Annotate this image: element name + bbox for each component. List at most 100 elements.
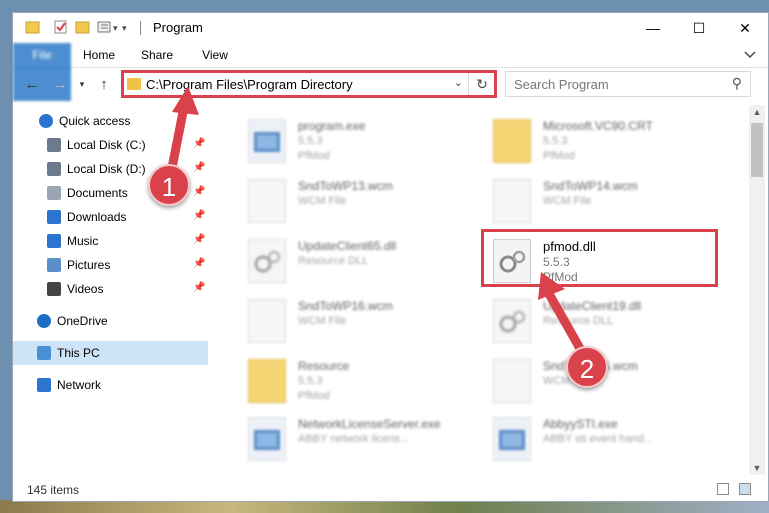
tab-share[interactable]: Share [135, 43, 179, 67]
folder-icon [493, 119, 531, 163]
title-bar: ▾ ▾ Program — ☐ ✕ [13, 13, 768, 43]
file-item[interactable]: Microsoft.VC90.CRT 5.5.3 PfMod [473, 113, 713, 171]
navigation-pane: Quick access Local Disk (C:) 📌 Local Disk (… [13, 105, 208, 475]
file-item[interactable]: UpdateClient19.dll Resource DLL [473, 293, 713, 351]
callout-badge-two: 2 [566, 346, 608, 388]
sidebar-item-local-disk-c[interactable]: Local Disk (C:) 📌 [13, 133, 208, 157]
file-item[interactable]: SndToWP14.wcm WCM File [473, 173, 713, 231]
file-item[interactable]: SndToWP16.wcm WCM File [228, 293, 468, 351]
file-name: UpdateClient65.dll [298, 239, 397, 253]
file-item[interactable]: Resource 5.5.3 PfMod [228, 353, 468, 411]
scroll-down-icon[interactable]: ▼ [749, 463, 765, 473]
sidebar-item-label: OneDrive [57, 314, 108, 328]
vertical-scrollbar[interactable]: ▲ ▼ [749, 105, 765, 475]
properties-icon[interactable] [53, 19, 69, 37]
sidebar-item-label: Videos [67, 282, 104, 296]
pictures-icon [47, 258, 61, 272]
sidebar-item-videos[interactable]: Videos 📌 [13, 277, 208, 301]
pin-icon[interactable]: 📌 [193, 282, 205, 293]
file-item[interactable]: program.exe 5.5.3 PfMod [228, 113, 468, 171]
sidebar-item-label: This PC [57, 346, 100, 360]
up-arrow-icon[interactable]: ↑ [95, 76, 113, 93]
file-icon [248, 179, 286, 223]
file-item[interactable]: AbbyySTI.exe ABBY sti event hand... [473, 411, 713, 469]
file-name: SndToWP13.wcm [298, 179, 393, 193]
ribbon-tabs: File Home Share View [13, 43, 768, 101]
sidebar-item-this-pc[interactable]: This PC [13, 341, 208, 365]
file-list: program.exe 5.5.3 PfMod Microsoft.VC90.CRT 5… [218, 105, 745, 475]
svg-text:▾: ▾ [122, 23, 127, 33]
sidebar-item-label: Music [67, 234, 99, 248]
close-icon: ✕ [739, 19, 751, 36]
tab-home[interactable]: Home [79, 43, 119, 67]
pin-icon[interactable]: 📌 [193, 258, 205, 269]
file-explorer-window: ▾ ▾ Program — ☐ ✕ File Home Share View ← … [12, 12, 769, 502]
file-item[interactable]: NetworkLicenseServer.exe ABBY network lic… [228, 411, 468, 469]
pin-icon[interactable]: 📌 [193, 162, 205, 173]
file-detail: 5.5.3 [298, 375, 323, 387]
large-icons-view-icon[interactable] [739, 483, 751, 495]
customize-toolbar-icon[interactable]: ▾ ▾ [97, 19, 131, 37]
pin-icon[interactable]: 📌 [193, 210, 205, 221]
computer-icon [37, 346, 51, 360]
details-view-icon[interactable] [717, 483, 729, 495]
sidebar-item-music[interactable]: Music 📌 [13, 229, 208, 253]
videos-icon [47, 282, 61, 296]
file-detail: WCM File [543, 195, 592, 207]
tab-view[interactable]: View [195, 43, 235, 67]
file-name: UpdateClient19.dll [543, 299, 642, 313]
folder-icon [25, 19, 41, 37]
forward-arrow-icon[interactable]: → [51, 76, 69, 93]
download-icon [47, 210, 61, 224]
documents-icon [47, 186, 61, 200]
recent-locations-icon[interactable]: ▾ [73, 79, 91, 90]
pin-icon[interactable]: 📌 [193, 138, 205, 149]
minimize-button[interactable]: — [630, 13, 676, 43]
sidebar-item-label: Local Disk (C:) [67, 138, 146, 152]
sidebar-item-network[interactable]: Network [13, 373, 208, 397]
file-name: SndToWP16.wcm [298, 299, 393, 313]
new-folder-icon[interactable] [75, 19, 91, 37]
item-count: 145 items [27, 483, 80, 497]
file-detail: ABBY network licens... [298, 433, 410, 445]
file-detail: 5.5.3 [298, 135, 323, 147]
file-detail: Resource DLL [298, 255, 369, 267]
maximize-button[interactable]: ☐ [676, 13, 722, 43]
file-name: NetworkLicenseServer.exe [298, 417, 441, 431]
file-icon [248, 299, 286, 343]
scrollbar-thumb[interactable] [751, 123, 763, 177]
file-icon [493, 359, 531, 403]
file-name: AbbyySTI.exe [543, 417, 618, 431]
application-icon [248, 417, 286, 461]
pin-icon[interactable]: 📌 [193, 186, 205, 197]
sidebar-item-pictures[interactable]: Pictures 📌 [13, 253, 208, 277]
sidebar-item-downloads[interactable]: Downloads 📌 [13, 205, 208, 229]
minimize-icon: — [646, 20, 660, 36]
status-bar: 145 items [13, 479, 768, 501]
pin-icon[interactable]: 📌 [193, 234, 205, 245]
expand-ribbon-icon[interactable] [742, 46, 758, 65]
maximize-icon: ☐ [692, 19, 706, 36]
file-highlight-box [481, 229, 718, 287]
sidebar-item-onedrive[interactable]: OneDrive [13, 309, 208, 333]
title-separator [140, 21, 141, 35]
file-name: Microsoft.VC90.CRT [543, 119, 653, 133]
file-item[interactable]: UpdateClient65.dll Resource DLL [228, 233, 468, 291]
file-icon [493, 179, 531, 223]
file-name: program.exe [298, 119, 366, 133]
file-name: SndToWP14.wcm [543, 179, 638, 193]
star-icon [39, 114, 53, 128]
back-arrow-icon[interactable]: ← [23, 76, 41, 93]
svg-text:▾: ▾ [113, 23, 118, 33]
search-box[interactable]: Search Program ⚲ [505, 71, 751, 97]
file-name: Resource [298, 359, 350, 373]
drive-icon [47, 162, 61, 176]
scroll-up-icon[interactable]: ▲ [749, 107, 765, 117]
drive-icon [47, 138, 61, 152]
callout-badge-one: 1 [148, 164, 190, 206]
sidebar-item-label: Pictures [67, 258, 111, 272]
close-button[interactable]: ✕ [722, 13, 768, 43]
sidebar-item-quick-access[interactable]: Quick access [13, 109, 208, 133]
music-icon [47, 234, 61, 248]
file-item[interactable]: SndToWP13.wcm WCM File [228, 173, 468, 231]
